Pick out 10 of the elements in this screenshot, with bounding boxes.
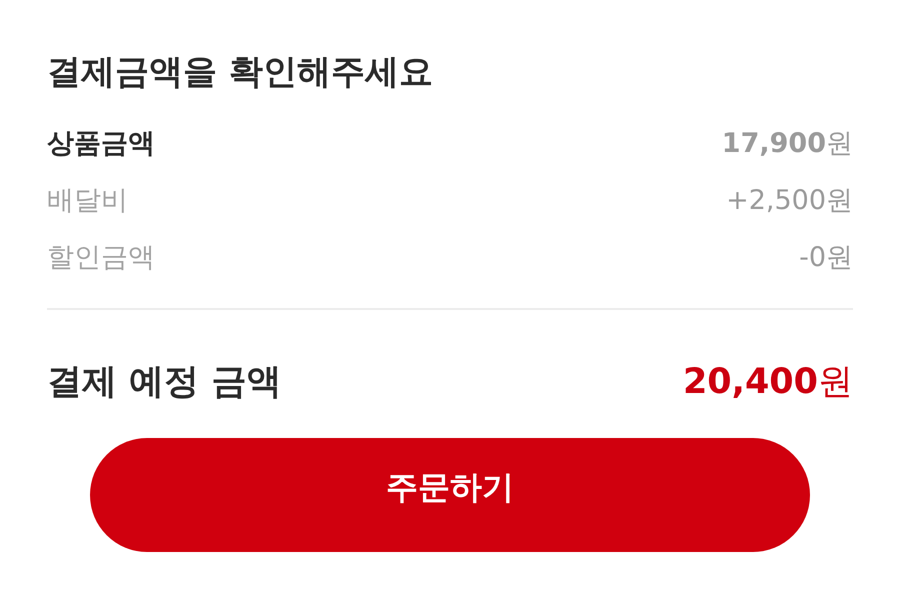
section-title: 결제금액을 확인해주세요	[47, 51, 434, 94]
fee-label: 할인금액	[47, 241, 155, 275]
fee-label: 상품금액	[47, 127, 155, 161]
fee-amount: +2,500원	[726, 184, 853, 218]
total-label: 결제 예정 금액	[47, 361, 282, 404]
fee-amount: -0원	[799, 241, 853, 275]
order-button[interactable]: 주문하기	[90, 438, 810, 552]
fee-amount: 17,900원	[722, 127, 853, 161]
total-amount: 20,400원	[682, 361, 853, 404]
fee-label: 배달비	[47, 184, 128, 218]
